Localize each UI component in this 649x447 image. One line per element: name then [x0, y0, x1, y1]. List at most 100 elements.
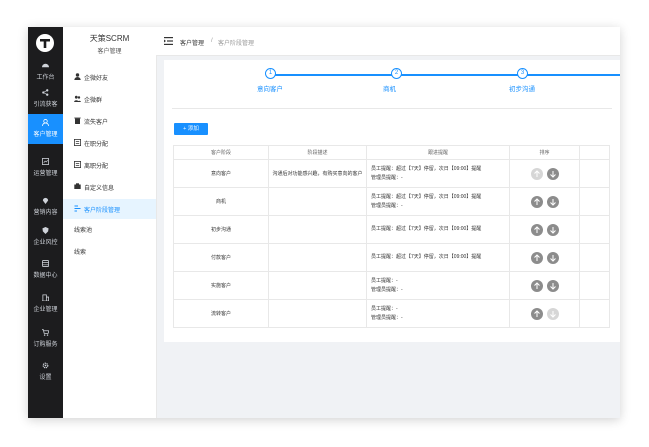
breadcrumb-current: 客户阶段管理 [218, 41, 255, 47]
rail-item-label: 运营管理 [33, 171, 58, 177]
move-up-button [530, 167, 543, 180]
subnav-item-label: 自定义信息 [84, 186, 115, 192]
stage-desc-cell [268, 187, 367, 216]
logo-icon [40, 39, 50, 48]
rail-item-label: 订购服务 [33, 342, 58, 348]
remind-cell: 员工提醒：超过【7天】停留，次日【09:00】提醒 [366, 215, 510, 244]
stage-name-cell: 意向客户 [173, 159, 269, 188]
subnav-item-label: 企微好友 [84, 76, 109, 82]
move-down-button[interactable] [546, 279, 559, 292]
rail-item-label: 引流获客 [33, 102, 58, 108]
product-name: 天策SCRM [89, 34, 130, 43]
sort-cell [509, 215, 580, 244]
table-row: 实施客户 员工提醒：- 管理员提醒：- [173, 271, 610, 300]
extra-cell [579, 159, 610, 188]
app-window: 工作台 引流获客 客户管理 运营管理 营销内容 企业风控 数据中心 企业管理 订购服务 设置 天策… [28, 27, 620, 418]
sort-cell [509, 243, 580, 272]
share-icon [28, 89, 63, 96]
subnav-item-3[interactable]: 在职分配 [63, 133, 156, 153]
rail-item-8[interactable]: 订购服务 [28, 324, 63, 354]
app-logo[interactable] [36, 34, 54, 52]
remind-cell: 员工提醒：- 管理员提醒：- [366, 271, 510, 300]
extra-cell [579, 243, 610, 272]
remind-line: 员工提醒：超过【7天】停留，次日【09:00】提醒 [371, 226, 482, 232]
subnav-plain-item[interactable]: 线索池 [74, 225, 92, 234]
rail-item-label: 客户管理 [33, 132, 58, 138]
move-up-button[interactable] [530, 223, 543, 236]
subnav-item-label: 离职分配 [84, 164, 109, 170]
remind-line: 管理员提醒：- [371, 174, 403, 181]
secondary-nav: 天策SCRM 客户管理 企微好友 企微群 流失客户 在职分配 离职分配 自定义信息 客户阶段… [63, 27, 157, 418]
step-circle[interactable]: 1 [265, 68, 276, 79]
step-circle[interactable]: 3 [517, 68, 528, 79]
table-row: 流转客户 员工提醒：- 管理员提醒：- [173, 299, 610, 328]
rail-item-label: 设置 [39, 375, 52, 381]
move-down-button[interactable] [546, 251, 559, 264]
subnav-plain-item[interactable]: 线索 [74, 247, 86, 256]
rail-item-label: 企业风控 [33, 240, 58, 246]
rail-item-4[interactable]: 营销内容 [28, 192, 63, 222]
subnav-item-label: 客户阶段管理 [84, 208, 121, 214]
rail-item-1[interactable]: 引流获客 [28, 84, 63, 114]
steps-progress-line [275, 74, 620, 76]
rail-item-label: 企业管理 [33, 307, 58, 313]
sort-cell [509, 159, 580, 188]
move-up-button[interactable] [530, 195, 543, 208]
rail-item-2[interactable]: 客户管理 [28, 114, 63, 144]
stage-name-cell: 实施客户 [173, 271, 269, 300]
table-row: 初步沟通 员工提醒：超过【7天】停留，次日【09:00】提醒 [173, 215, 610, 244]
menu-fold-icon[interactable] [164, 37, 173, 45]
rail-item-5[interactable]: 企业风控 [28, 222, 63, 252]
move-down-button[interactable] [546, 223, 559, 236]
table-row: 商机 员工提醒：超过【7天】停留，次日【09:00】提醒 管理员提醒：- [173, 187, 610, 216]
rail-item-6[interactable]: 数据中心 [28, 255, 63, 285]
chart-icon [28, 158, 63, 165]
subnav-item-label: 在职分配 [84, 142, 109, 148]
subnav-item-5[interactable]: 自定义信息 [63, 177, 156, 197]
extra-cell [579, 299, 610, 328]
subnav-item-2[interactable]: 流失客户 [63, 111, 156, 131]
header-desc: 阶段描述 [268, 145, 367, 160]
remind-cell: 员工提醒：超过【7天】停留，次日【09:00】提醒 管理员提醒：- [366, 187, 510, 216]
rail-item-3[interactable]: 运营管理 [28, 153, 63, 183]
sort-cell [509, 299, 580, 328]
move-down-button[interactable] [546, 195, 559, 208]
remind-line: 员工提醒：超过【7天】停留，次日【09:00】提醒 [371, 193, 482, 200]
stage-name-cell: 付款客户 [173, 243, 269, 272]
move-up-button[interactable] [530, 279, 543, 292]
subnav-item-4[interactable]: 离职分配 [63, 155, 156, 175]
remind-line: 管理员提醒：- [371, 314, 403, 321]
step-label: 意向客户 [257, 86, 283, 93]
move-up-button[interactable] [530, 251, 543, 264]
remind-line: 员工提醒：超过【7天】停留，次日【09:00】提醒 [371, 165, 482, 172]
breadcrumb-separator: / [211, 38, 213, 44]
table-header-row: 客户阶段 阶段描述 跟进提醒 排序 [173, 145, 610, 160]
building-icon [28, 294, 63, 301]
step-circle[interactable]: 2 [391, 68, 402, 79]
header-sort: 排序 [509, 145, 580, 160]
header-stage: 客户阶段 [173, 145, 269, 160]
rail-item-label: 工作台 [36, 75, 55, 81]
remind-cell: 员工提醒：超过【7天】停留，次日【09:00】提醒 管理员提醒：- [366, 159, 510, 188]
stage-desc-cell [268, 243, 367, 272]
subnav-item-0[interactable]: 企微好友 [63, 67, 156, 87]
rail-item-label: 营销内容 [33, 210, 58, 216]
user-icon [28, 119, 63, 126]
rail-item-9[interactable]: 设置 [28, 357, 63, 387]
database-icon [28, 260, 63, 267]
location-icon [28, 197, 63, 204]
stage-table: 客户阶段 阶段描述 跟进提醒 排序 意向客户 沟通后对功能感兴趣，有购买意向的客户… [173, 145, 610, 328]
move-up-button[interactable] [530, 307, 543, 320]
rail-item-0[interactable]: 工作台 [28, 57, 63, 87]
subnav-item-6[interactable]: 客户阶段管理 [63, 199, 156, 219]
add-stage-button[interactable]: + 添加 [174, 123, 208, 135]
step-label: 商机 [383, 86, 396, 93]
rail-item-7[interactable]: 企业管理 [28, 289, 63, 319]
move-down-button[interactable] [546, 167, 559, 180]
breadcrumb-root[interactable]: 客户管理 [180, 38, 204, 47]
subnav-item-1[interactable]: 企微群 [63, 89, 156, 109]
stage-name-cell: 商机 [173, 187, 269, 216]
header-remind: 跟进提醒 [366, 145, 510, 160]
extra-cell [579, 215, 610, 244]
dashboard-icon [28, 62, 63, 69]
